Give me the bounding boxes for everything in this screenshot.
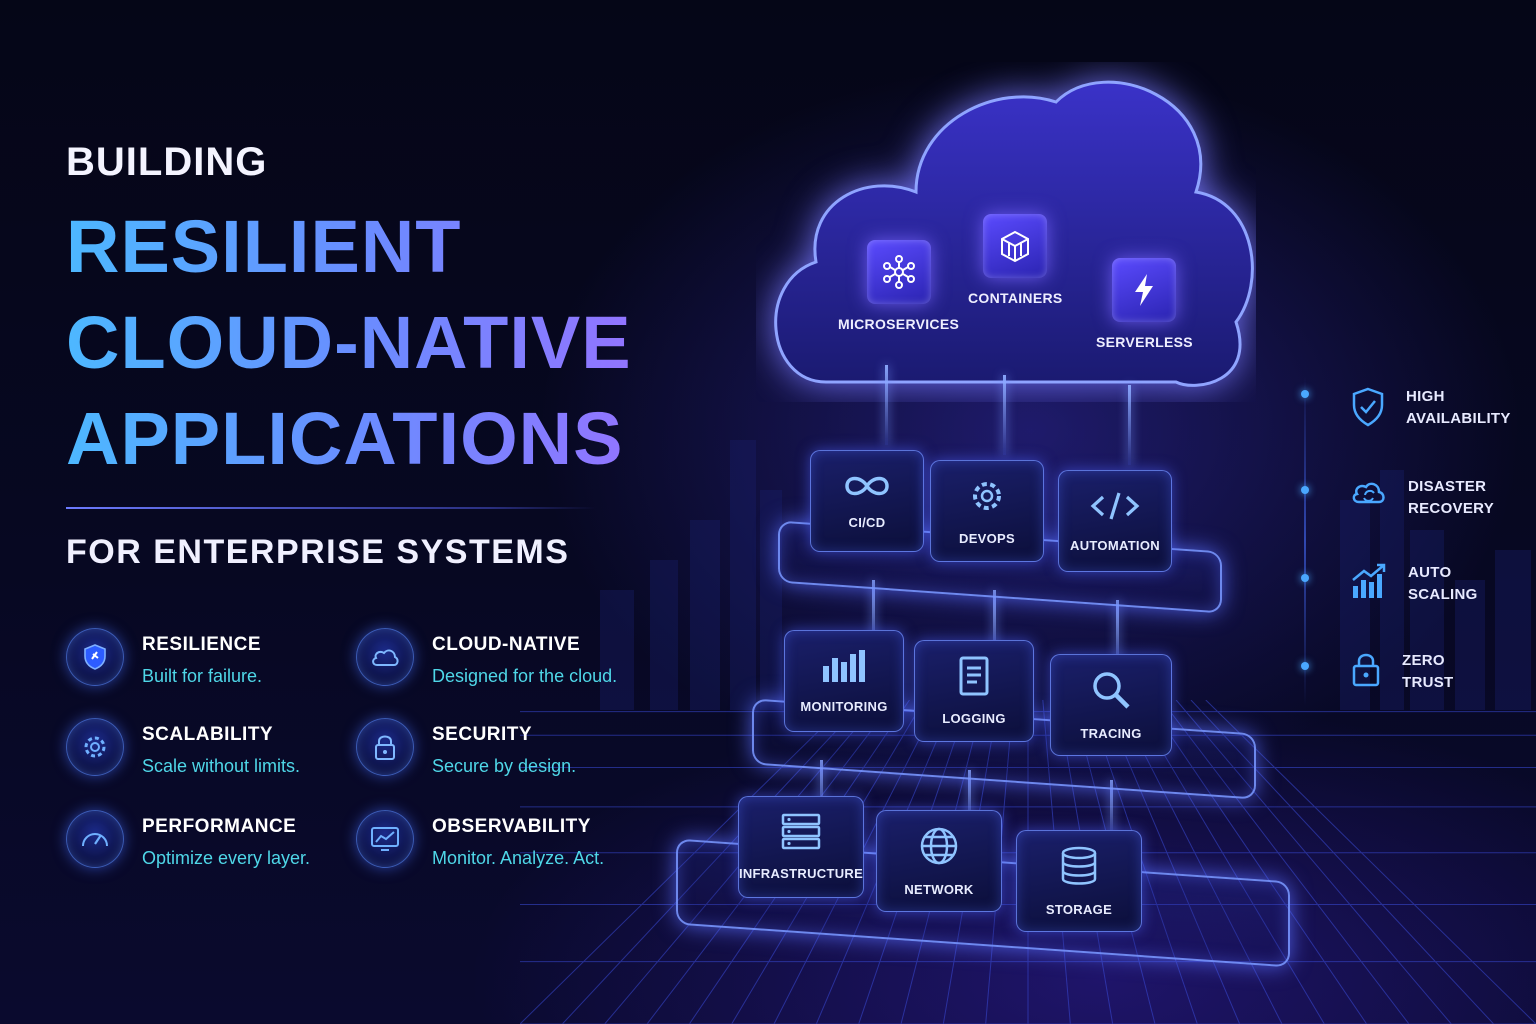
rail-dot <box>1301 390 1309 398</box>
tile-automation: AUTOMATION <box>1058 470 1172 572</box>
title-line-cloud-native: CLOUD-NATIVE <box>66 295 726 391</box>
gauge-icon <box>66 810 124 868</box>
feature-cloud-native: CLOUD-NATIVE Designed for the cloud. <box>356 628 646 687</box>
benefit-line2: AVAILABILITY <box>1406 410 1511 427</box>
feature-observability: OBSERVABILITY Monitor. Analyze. Act. <box>356 810 646 869</box>
tile-tracing: TRACING <box>1050 654 1172 756</box>
cloud-node-serverless: SERVERLESS <box>1096 258 1193 350</box>
benefit-zero-trust: ZERO TRUST <box>1350 650 1454 694</box>
title-line-building: BUILDING <box>66 140 268 184</box>
tile-network: NETWORK <box>876 810 1002 912</box>
lock-icon <box>356 718 414 776</box>
feature-desc: Secure by design. <box>432 756 577 776</box>
feature-name: PERFORMANCE <box>142 816 297 837</box>
rail-dot <box>1301 486 1309 494</box>
cloud-node-label: SERVERLESS <box>1096 334 1193 350</box>
network-nodes-icon <box>866 240 931 304</box>
tile-monitoring: MONITORING <box>784 630 904 732</box>
feature-security: SECURITY Secure by design. <box>356 718 646 777</box>
benefit-auto-scaling: AUTO SCALING <box>1350 562 1478 606</box>
document-icon <box>958 656 990 701</box>
feature-name: SCALABILITY <box>142 724 274 745</box>
gear-icon <box>967 476 1007 521</box>
feature-scalability: SCALABILITY Scale without limits. <box>66 718 356 777</box>
shield-check-icon <box>1350 386 1386 433</box>
tile-label: MONITORING <box>800 699 888 714</box>
tile-label: NETWORK <box>904 882 974 897</box>
benefit-disaster-recovery: DISASTER RECOVERY <box>1350 476 1494 520</box>
feature-resilience: RESILIENCE Built for failure. <box>66 628 356 687</box>
tile-label: STORAGE <box>1045 902 1113 917</box>
cloud-node-label: CONTAINERS <box>968 290 1063 306</box>
padlock-icon <box>1350 650 1382 693</box>
benefit-line1: ZERO <box>1402 652 1445 669</box>
tile-label: TRACING <box>1080 726 1142 741</box>
beam <box>1003 375 1006 455</box>
cloud-icon <box>356 628 414 686</box>
bar-chart-icon <box>821 648 867 689</box>
magnifier-icon <box>1090 669 1132 716</box>
benefit-rail <box>1301 376 1309 706</box>
monitor-chart-icon <box>356 810 414 868</box>
feature-name: CLOUD-NATIVE <box>432 634 581 655</box>
rail-dot <box>1301 662 1309 670</box>
cloud-node-label: MICROSERVICES <box>838 316 960 332</box>
tile-label: AUTOMATION <box>1070 538 1160 553</box>
benefit-line2: TRUST <box>1402 674 1454 691</box>
tile-logging: LOGGING <box>914 640 1034 742</box>
title-divider <box>66 507 596 509</box>
tile-infrastructure: INFRASTRUCTURE <box>738 796 864 898</box>
tile-devops: DEVOPS <box>930 460 1044 562</box>
feature-name: OBSERVABILITY <box>432 816 591 837</box>
lightning-icon <box>1112 258 1177 322</box>
infinity-icon <box>841 472 893 505</box>
tile-ci-cd: CI/CD <box>810 450 924 552</box>
title-line-resilient: RESILIENT <box>66 199 726 295</box>
cloud-node-containers: CONTAINERS <box>968 214 1063 306</box>
feature-name: RESILIENCE <box>142 634 262 655</box>
tile-label: INFRASTRUCTURE <box>738 866 864 881</box>
benefit-line1: DISASTER <box>1408 478 1487 495</box>
title-block: BUILDING RESILIENT CLOUD-NATIVE APPLICAT… <box>66 140 726 572</box>
benefit-line2: SCALING <box>1408 586 1478 603</box>
beam <box>1128 385 1131 465</box>
feature-desc: Monitor. Analyze. Act. <box>432 848 605 868</box>
tile-storage: STORAGE <box>1016 830 1142 932</box>
globe-icon <box>918 825 960 872</box>
rail-dot <box>1301 574 1309 582</box>
benefit-high-availability: HIGH AVAILABILITY <box>1350 386 1511 433</box>
beam <box>885 365 888 445</box>
feature-desc: Designed for the cloud. <box>432 666 618 686</box>
benefit-line1: AUTO <box>1408 564 1452 581</box>
tile-label: CI/CD <box>848 515 886 530</box>
tile-label: DEVOPS <box>959 531 1015 546</box>
benefit-line2: RECOVERY <box>1408 500 1495 517</box>
cloud-sync-icon <box>1350 476 1388 517</box>
feature-desc: Optimize every layer. <box>142 848 311 868</box>
benefit-line1: HIGH <box>1406 388 1445 405</box>
shield-icon <box>66 628 124 686</box>
feature-performance: PERFORMANCE Optimize every layer. <box>66 810 356 869</box>
gear-icon <box>66 718 124 776</box>
tile-label: LOGGING <box>942 711 1006 726</box>
growth-chart-icon <box>1350 562 1388 605</box>
subtitle: FOR ENTERPRISE SYSTEMS <box>66 533 570 571</box>
feature-name: SECURITY <box>432 724 533 745</box>
architecture-stack: MICROSERVICES CONTAINERS SERVERLESS CI/C… <box>660 40 1340 1000</box>
cloud-node-microservices: MICROSERVICES <box>838 240 959 332</box>
code-icon <box>1089 489 1141 528</box>
feature-desc: Scale without limits. <box>142 756 301 776</box>
server-icon <box>780 813 822 856</box>
container-box-icon <box>983 214 1048 278</box>
database-icon <box>1059 845 1099 892</box>
title-line-applications: APPLICATIONS <box>66 391 726 487</box>
feature-desc: Built for failure. <box>142 666 263 686</box>
